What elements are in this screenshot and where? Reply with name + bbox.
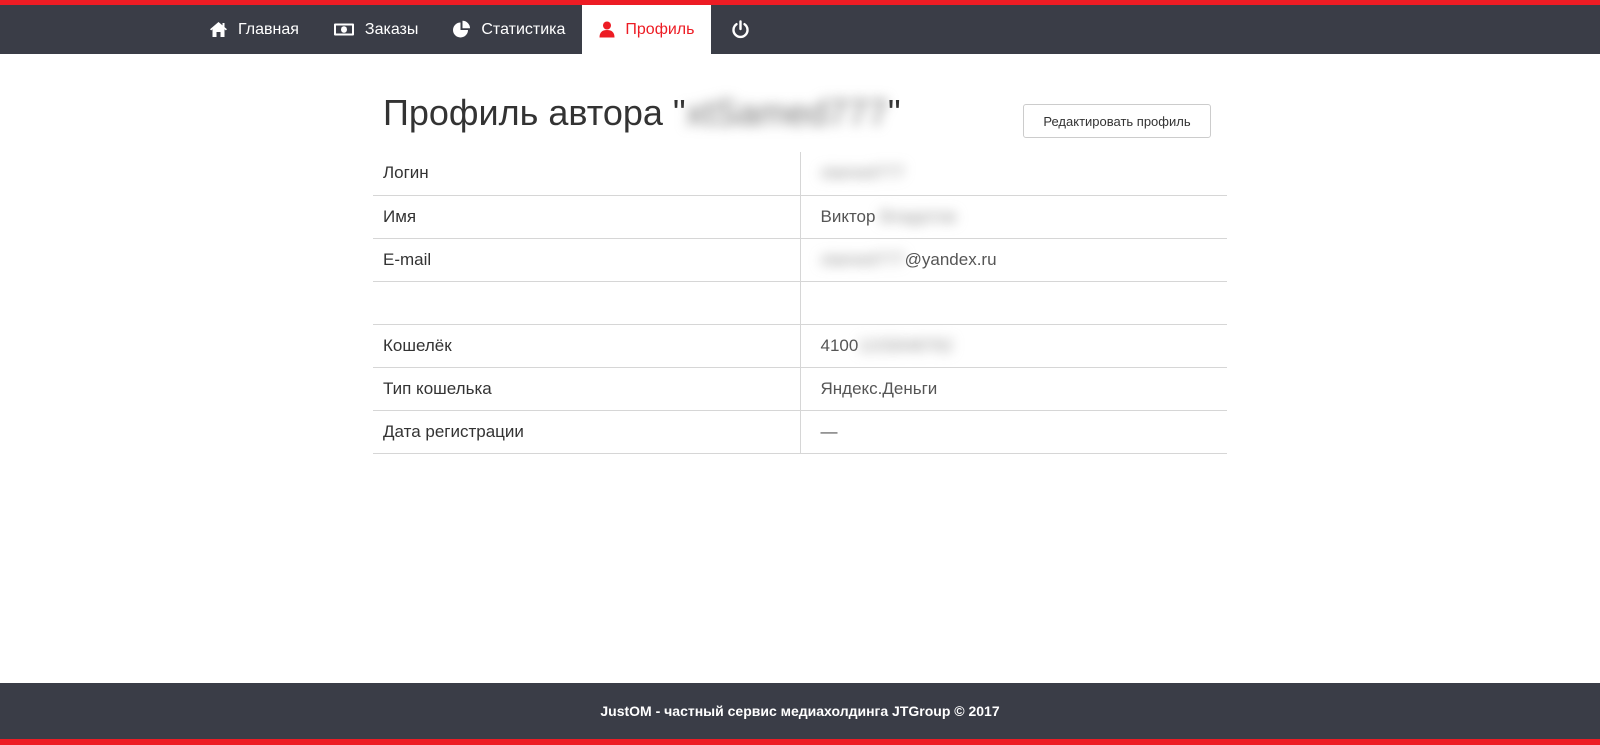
row-label-wallet: Кошелёк	[373, 324, 801, 368]
row-value-wallet-type: Яндекс.Деньги	[800, 367, 1227, 411]
power-icon	[732, 20, 750, 39]
nav-item-home[interactable]: Главная	[192, 5, 316, 54]
nav-item-label: Заказы	[364, 20, 419, 38]
user-icon	[599, 21, 615, 38]
row-label-empty	[373, 281, 801, 325]
table-row: Дата регистрации —	[373, 410, 1227, 454]
row-label-login: Логин	[373, 152, 801, 196]
top-navbar: Главная Заказы Статистика Профиль	[0, 0, 1600, 54]
title-prefix: Профиль автора "	[383, 92, 686, 133]
home-icon	[210, 22, 227, 37]
row-value-wallet: 41001233048762	[800, 324, 1227, 368]
table-row: Кошелёк 41001233048762	[373, 324, 1227, 368]
nav-menu: Главная Заказы Статистика Профиль	[192, 5, 770, 54]
profile-table: Логин xtamed777 Имя Виктор Владотов E-ma…	[373, 152, 1227, 454]
email-domain: @yandex.ru	[904, 249, 997, 269]
money-icon	[333, 23, 354, 36]
row-value-empty	[800, 281, 1227, 325]
row-value-email: xtamed777@yandex.ru	[800, 238, 1227, 282]
table-row: Логин xtamed777	[373, 152, 1227, 196]
row-label-email: E-mail	[373, 238, 801, 282]
table-row	[373, 281, 1227, 325]
row-value-registration-date: —	[800, 410, 1227, 454]
row-label-wallet-type: Тип кошелька	[373, 367, 801, 411]
nav-item-orders[interactable]: Заказы	[316, 5, 435, 54]
logout-button[interactable]	[711, 5, 770, 54]
row-label-registration-date: Дата регистрации	[373, 410, 801, 454]
first-name: Виктор	[820, 206, 881, 226]
page-title: Профиль автора "xtSamed777"	[383, 92, 901, 134]
nav-item-label: Статистика	[481, 20, 566, 38]
login-blurred: xtamed777	[820, 163, 905, 183]
row-label-name: Имя	[373, 195, 801, 239]
table-row: Тип кошелька Яндекс.Деньги	[373, 367, 1227, 411]
email-user-blurred: xtamed777	[820, 249, 905, 269]
row-value-name: Виктор Владотов	[800, 195, 1227, 239]
pie-chart-icon	[453, 20, 471, 38]
title-suffix: "	[887, 92, 901, 133]
footer-text: JustOM - частный сервис медиахолдинга JT…	[600, 703, 1000, 719]
nav-item-label: Профиль	[625, 20, 695, 38]
table-row: E-mail xtamed777@yandex.ru	[373, 238, 1227, 282]
wallet-prefix: 4100	[820, 335, 859, 355]
row-value-login: xtamed777	[800, 152, 1227, 196]
last-name-blurred: Владотов	[880, 206, 956, 226]
nav-item-statistics[interactable]: Статистика	[435, 5, 582, 54]
wallet-number-blurred: 1233048762	[858, 335, 953, 355]
table-row: Имя Виктор Владотов	[373, 195, 1227, 239]
footer: JustOM - частный сервис медиахолдинга JT…	[0, 683, 1600, 745]
author-name-blurred: xtSamed777	[685, 92, 888, 133]
nav-item-label: Главная	[238, 20, 299, 38]
edit-profile-button[interactable]: Редактировать профиль	[1023, 104, 1211, 138]
nav-item-profile[interactable]: Профиль	[582, 5, 712, 54]
